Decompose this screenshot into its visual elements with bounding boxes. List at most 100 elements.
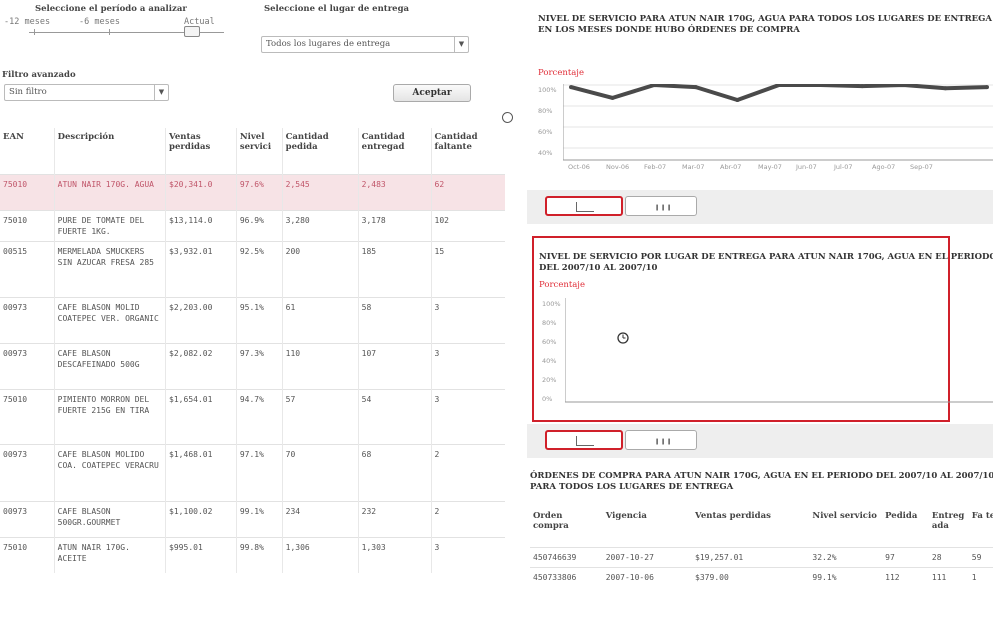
cell-ean: 00973 xyxy=(0,342,55,389)
data-point[interactable] xyxy=(610,95,615,100)
col-nivel-servicio[interactable]: Nivel servicio xyxy=(809,507,882,547)
cell-entregada: 185 xyxy=(357,240,432,297)
cell-nivel: 97.6% xyxy=(235,173,283,210)
line-chart-icon xyxy=(576,202,594,212)
col-ventas-perdidas[interactable]: Ventas perdidas xyxy=(692,507,809,547)
orders-table: Orden compra Vigencia Ventas perdidas Ni… xyxy=(530,507,993,587)
bar-chart-icon: ╻╻╻ xyxy=(654,434,673,445)
chart1-ytick: 40% xyxy=(538,149,553,157)
line-chart-view-button[interactable] xyxy=(545,196,623,216)
table-row[interactable]: 75010 ATUN NAIR 170G. ACEITE $995.01 99.… xyxy=(0,536,505,573)
place-label: Seleccione el lugar de entrega xyxy=(264,4,410,14)
cell-entregada: 111 xyxy=(928,566,969,587)
chart2-ytick: 60% xyxy=(542,338,557,346)
table-row[interactable]: 00973 CAFE BLASON MOLIDO COA. COATEPEC V… xyxy=(0,443,505,501)
x-tick-label: Sep-07 xyxy=(910,163,933,171)
cell-vigencia: 2007-10-27 xyxy=(602,546,693,567)
accept-button[interactable]: Aceptar xyxy=(393,84,471,102)
table-row[interactable]: 450733806 2007-10-06 $379.00 99.1% 112 1… xyxy=(530,566,993,587)
table-row[interactable]: 00973 CAFE BLASON 500GR.GOURMET $1,100.0… xyxy=(0,500,505,537)
table-row[interactable]: 450746639 2007-10-27 $19,257.01 32.2% 97… xyxy=(530,546,993,567)
x-tick-label: Feb-07 xyxy=(644,163,667,171)
bar-chart-icon: ╻╻╻ xyxy=(654,200,673,211)
cell-nivel: 99.1% xyxy=(235,500,283,537)
cell-ean: 00515 xyxy=(0,240,55,297)
orders-title: ÓRDENES DE COMPRA PARA ATUN NAIR 170G, A… xyxy=(530,471,993,492)
chart1-plot xyxy=(563,84,993,161)
table-row[interactable]: 75010 ATUN NAIR 170G. AGUA $20,341.0 97.… xyxy=(0,173,505,210)
cell-faltante: 1 xyxy=(968,566,993,587)
table-row[interactable]: 75010 PIMIENTO MORRON DEL FUERTE 215G EN… xyxy=(0,388,505,444)
chevron-down-icon: ▼ xyxy=(154,85,168,100)
advanced-filter-value: Sin filtro xyxy=(9,87,47,97)
cell-ventas: $995.01 xyxy=(165,536,237,573)
chart2-title: NIVEL DE SERVICIO POR LUGAR DE ENTREGA P… xyxy=(539,252,993,273)
cell-entregada: 68 xyxy=(357,443,432,501)
data-point[interactable] xyxy=(860,84,865,89)
cursor-indicator-icon xyxy=(502,112,513,123)
cell-orden: 450733806 xyxy=(530,566,603,587)
chart1-x-axis-labels: Oct-06 Nov-06 Feb-07 Mar-07 Abr-07 May-0… xyxy=(563,163,993,173)
cell-ean: 00973 xyxy=(0,296,55,343)
x-tick-label: Jul-07 xyxy=(834,163,853,171)
cell-faltante: 15 xyxy=(430,240,505,297)
data-point[interactable] xyxy=(735,98,740,102)
period-slider[interactable]: -12 meses -6 meses Actual xyxy=(4,16,229,44)
advanced-filter-select[interactable]: Sin filtro ▼ xyxy=(4,84,169,101)
cell-descripcion: CAFE BLASON MOLID COATEPEC VER. ORGANIC xyxy=(53,296,166,343)
col-ventas-perdidas[interactable]: Ventas perdidas xyxy=(165,128,237,174)
table-row[interactable]: 00973 CAFE BLASON DESCAFEINADO 500G $2,0… xyxy=(0,342,505,389)
data-point[interactable] xyxy=(693,85,698,90)
cell-pedida: 2,545 xyxy=(281,173,359,210)
cell-faltante: 2 xyxy=(430,500,505,537)
cell-ventas: $2,082.02 xyxy=(165,342,237,389)
x-tick-label: Mar-07 xyxy=(682,163,705,171)
cell-descripcion: ATUN NAIR 170G. AGUA xyxy=(53,173,166,210)
table-row[interactable]: 75010 PURE DE TOMATE DEL FUERTE 1KG. $13… xyxy=(0,209,505,241)
col-entregada[interactable]: Entreg ada xyxy=(929,507,969,547)
chart2-y-label: Porcentaje xyxy=(539,280,585,290)
col-cantidad-pedida[interactable]: Cantidad pedida xyxy=(281,128,359,174)
col-orden-compra[interactable]: Orden compra xyxy=(530,507,603,547)
x-tick-label: Oct-06 xyxy=(568,163,590,171)
col-vigencia[interactable]: Vigencia xyxy=(603,507,692,547)
slider-handle[interactable] xyxy=(184,26,200,37)
data-point[interactable] xyxy=(569,85,573,90)
cell-pedida: 110 xyxy=(281,342,359,389)
col-ean[interactable]: EAN xyxy=(0,128,55,174)
cell-nivel: 97.3% xyxy=(235,342,283,389)
col-cantidad-entregada[interactable]: Cantidad entregad xyxy=(357,128,432,174)
cell-entregada: 58 xyxy=(357,296,432,343)
cell-orden: 450746639 xyxy=(530,546,603,567)
data-point[interactable] xyxy=(943,86,948,91)
cell-pedida: 234 xyxy=(281,500,359,537)
left-panel: Seleccione el período a analizar -12 mes… xyxy=(0,0,505,617)
col-descripcion[interactable]: Descripción xyxy=(53,128,166,174)
cell-faltante: 102 xyxy=(430,209,505,241)
cell-faltante: 3 xyxy=(430,536,505,573)
data-point[interactable] xyxy=(985,85,989,90)
col-faltante[interactable]: Fa te xyxy=(969,507,993,547)
cell-entregada: 232 xyxy=(357,500,432,537)
cell-ventas: $3,932.01 xyxy=(165,240,237,297)
table-row[interactable]: 00515 MERMELADA SMUCKERS SIN AZUCAR FRES… xyxy=(0,240,505,297)
cell-faltante: 62 xyxy=(430,173,505,210)
bar-chart-view-button[interactable]: ╻╻╻ xyxy=(625,196,697,216)
cell-nivel: 95.1% xyxy=(235,296,283,343)
col-pedida[interactable]: Pedida xyxy=(882,507,929,547)
place-select[interactable]: Todos los lugares de entrega ▼ xyxy=(261,36,469,53)
chart1-ytick: 100% xyxy=(538,86,557,94)
col-nivel-servicio[interactable]: Nivel servici xyxy=(235,128,283,174)
chart1-ytick: 60% xyxy=(538,128,553,136)
cell-faltante: 3 xyxy=(430,296,505,343)
products-table: EAN Descripción Ventas perdidas Nivel se… xyxy=(0,128,505,573)
x-tick-label: May-07 xyxy=(758,163,782,171)
col-cantidad-faltante[interactable]: Cantidad faltante xyxy=(430,128,505,174)
slider-tick-6: -6 meses xyxy=(79,17,120,27)
table-row[interactable]: 00973 CAFE BLASON MOLID COATEPEC VER. OR… xyxy=(0,296,505,343)
bar-chart-view-button[interactable]: ╻╻╻ xyxy=(625,430,697,450)
line-chart-view-button[interactable] xyxy=(545,430,623,450)
cell-ean: 75010 xyxy=(0,388,55,444)
cell-descripcion: CAFE BLASON DESCAFEINADO 500G xyxy=(53,342,166,389)
cell-pedida: 200 xyxy=(281,240,359,297)
